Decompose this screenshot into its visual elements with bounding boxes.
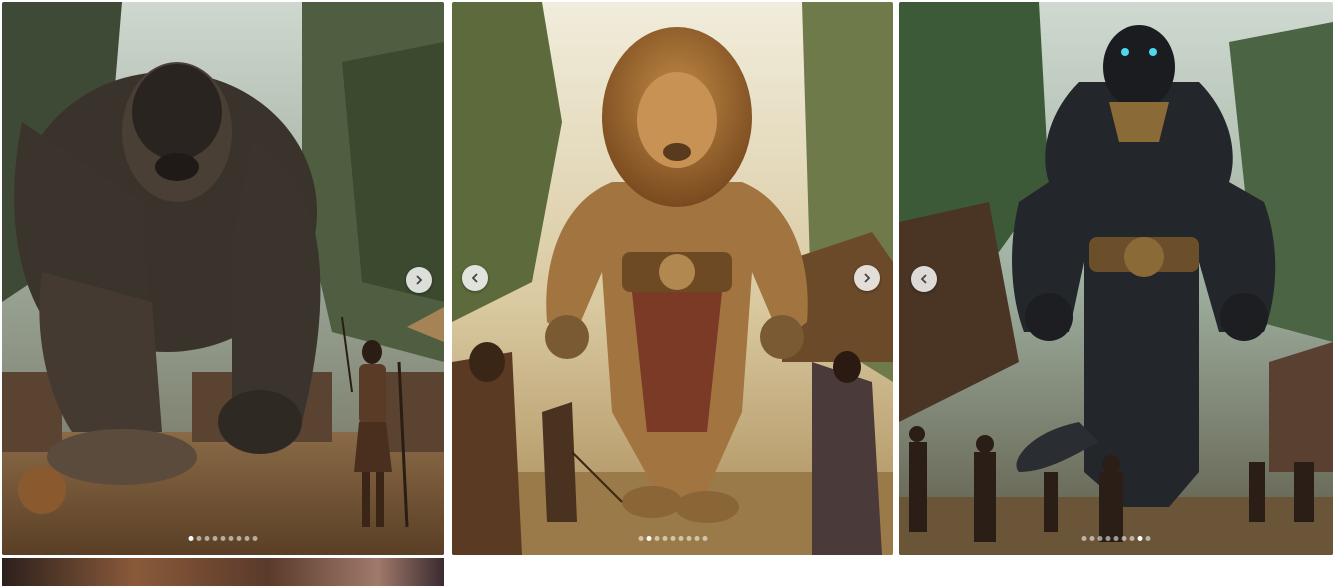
carousel-dot[interactable] bbox=[1113, 536, 1119, 541]
carousel-dot[interactable] bbox=[654, 536, 659, 541]
carousel-dot[interactable] bbox=[1137, 536, 1143, 541]
carousel-dot[interactable] bbox=[662, 536, 667, 541]
previous-slide-button[interactable] bbox=[462, 265, 488, 291]
carousel-dot[interactable] bbox=[1121, 536, 1127, 541]
carousel-dot[interactable] bbox=[1105, 536, 1111, 541]
carousel-dots bbox=[188, 536, 258, 541]
image-post-gorilla[interactable] bbox=[2, 2, 444, 555]
carousel-dot[interactable] bbox=[212, 536, 218, 541]
carousel-dot[interactable] bbox=[670, 536, 675, 541]
carousel-dot[interactable] bbox=[1097, 536, 1103, 541]
next-post-preview[interactable] bbox=[2, 558, 444, 586]
carousel-dot[interactable] bbox=[188, 536, 194, 541]
carousel-dot[interactable] bbox=[204, 536, 210, 541]
carousel-dot[interactable] bbox=[236, 536, 242, 541]
carousel-dot[interactable] bbox=[686, 536, 691, 541]
previous-slide-button[interactable] bbox=[911, 266, 937, 292]
image-post-panther[interactable] bbox=[899, 2, 1333, 555]
carousel-dot[interactable] bbox=[646, 536, 651, 541]
carousel-dot[interactable] bbox=[1081, 536, 1087, 541]
carousel-dot[interactable] bbox=[228, 536, 234, 541]
carousel-dots bbox=[1081, 536, 1151, 541]
carousel-dot[interactable] bbox=[1129, 536, 1135, 541]
chevron-right-icon bbox=[416, 275, 423, 285]
image-post-lion[interactable] bbox=[452, 2, 893, 555]
carousel-dot[interactable] bbox=[252, 536, 258, 541]
carousel-dot[interactable] bbox=[1089, 536, 1095, 541]
chevron-left-icon bbox=[471, 273, 478, 283]
carousel-dot[interactable] bbox=[244, 536, 250, 541]
chevron-left-icon bbox=[920, 274, 927, 284]
carousel-dot[interactable] bbox=[678, 536, 683, 541]
gorilla-illustration bbox=[2, 2, 444, 555]
next-slide-button[interactable] bbox=[406, 267, 432, 293]
carousel-dot[interactable] bbox=[694, 536, 699, 541]
panther-illustration bbox=[899, 2, 1333, 555]
carousel-dot[interactable] bbox=[702, 536, 707, 541]
carousel-dot[interactable] bbox=[196, 536, 202, 541]
next-slide-button[interactable] bbox=[854, 265, 880, 291]
lion-illustration bbox=[452, 2, 893, 555]
carousel-dot[interactable] bbox=[638, 536, 643, 541]
carousel-dot[interactable] bbox=[1145, 536, 1151, 541]
carousel-dots bbox=[638, 536, 707, 541]
chevron-right-icon bbox=[864, 273, 871, 283]
carousel-dot[interactable] bbox=[220, 536, 226, 541]
